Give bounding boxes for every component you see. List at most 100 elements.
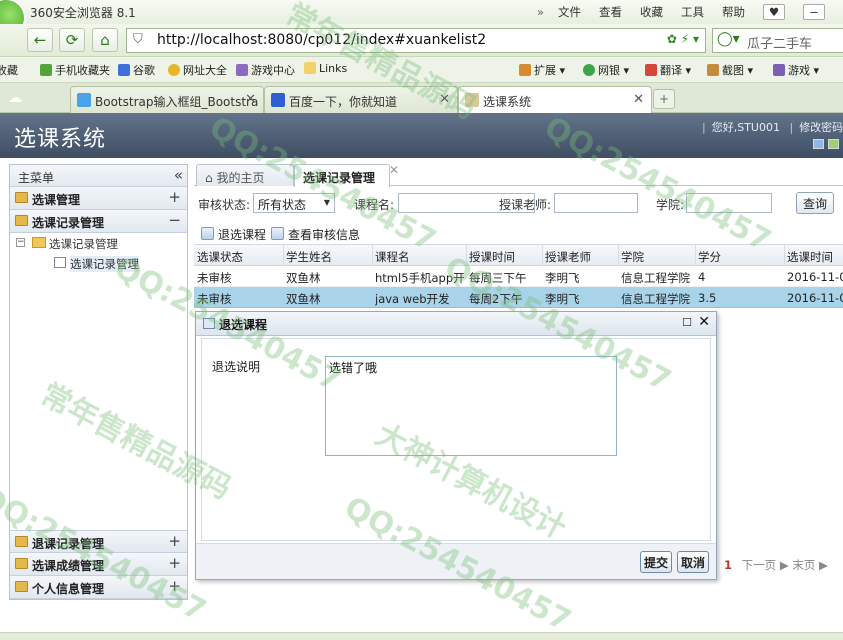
panel-label: 个人信息管理 bbox=[32, 582, 105, 596]
address-tools-icon[interactable]: ✿ ⚡ ▾ bbox=[667, 32, 699, 46]
cloud-icon[interactable]: ☁ bbox=[8, 90, 22, 106]
tree-folder-node[interactable]: − 选课记录管理 bbox=[10, 233, 187, 253]
back-arrow-icon[interactable]: ← bbox=[27, 28, 53, 52]
menu-view[interactable]: 查看 bbox=[599, 4, 622, 20]
change-password-link[interactable]: 修改密码 bbox=[799, 121, 843, 134]
status-select[interactable]: 所有状态 ▼ bbox=[253, 193, 335, 213]
close-icon[interactable]: ✕ bbox=[698, 314, 710, 330]
folder-icon bbox=[15, 192, 28, 203]
collapse-left-icon[interactable]: « bbox=[174, 166, 183, 184]
bookmark-item[interactable]: 手机收藏夹 bbox=[40, 62, 110, 78]
tree-collapse-icon[interactable]: − bbox=[16, 238, 25, 247]
column-header[interactable]: 授课时间 bbox=[469, 249, 515, 265]
cancel-button[interactable]: 取消 bbox=[677, 551, 710, 573]
column-header[interactable]: 选课状态 bbox=[197, 249, 243, 265]
college-input[interactable] bbox=[686, 193, 772, 213]
withdraw-reason-textarea[interactable]: 选错了哦 bbox=[325, 356, 617, 456]
query-button[interactable]: 查询 bbox=[796, 192, 835, 214]
sidebar-panel-grade-management[interactable]: 选课成绩管理 + bbox=[10, 553, 187, 576]
sidebar-panel-withdraw-record[interactable]: 退课记录管理 + bbox=[10, 530, 187, 553]
column-header[interactable]: 选课时间 bbox=[787, 249, 833, 265]
close-icon[interactable]: ✕ bbox=[439, 92, 450, 107]
browser-tab-active[interactable]: 选课系统 ✕ bbox=[458, 86, 652, 113]
table-row-selected[interactable]: 未审核 双鱼林 java web开发 每周2下午 李明飞 信息工程学院 3.5 … bbox=[194, 287, 843, 308]
tree-item-course-record[interactable]: 选课记录管理 bbox=[10, 253, 187, 273]
bookmark-item[interactable]: 游戏 ▾ bbox=[773, 62, 819, 78]
search-icon[interactable]: ◯▾ bbox=[717, 31, 740, 47]
status-select-value: 所有状态 bbox=[258, 198, 307, 212]
tab-home[interactable]: ⌂ 我的主页 bbox=[196, 164, 294, 186]
teacher-input[interactable] bbox=[554, 193, 638, 213]
sidebar-header: 主菜单 « bbox=[10, 165, 187, 187]
bookmark-item[interactable]: 翻译 ▾ bbox=[645, 62, 691, 78]
column-header[interactable]: 授课老师 bbox=[545, 249, 591, 265]
pager-last-icon[interactable]: ▶ bbox=[819, 558, 828, 572]
close-icon[interactable]: ✕ bbox=[389, 163, 399, 177]
minimize-icon[interactable]: − bbox=[803, 4, 825, 20]
browser-search-value[interactable]: 瓜子二手车 bbox=[747, 33, 812, 52]
column-header[interactable]: 课程名 bbox=[375, 249, 410, 265]
column-header[interactable]: 学分 bbox=[698, 249, 721, 265]
dialog-header[interactable]: 退选课程 ☐ ✕ bbox=[196, 312, 716, 336]
bookmark-item[interactable]: 网银 ▾ bbox=[583, 62, 629, 78]
cell-student: 双鱼林 bbox=[286, 271, 321, 285]
tab-course-record[interactable]: 选课记录管理 ✕ bbox=[294, 163, 399, 187]
withdraw-course-button[interactable]: 退选课程 bbox=[201, 226, 266, 243]
pager-current[interactable]: 1 bbox=[724, 558, 732, 572]
expand-icon[interactable]: + bbox=[168, 188, 181, 206]
chevron-more-icon[interactable]: » bbox=[537, 5, 544, 19]
bookmark-item[interactable]: 收藏 bbox=[0, 62, 18, 78]
panel-label: 选课成绩管理 bbox=[32, 559, 105, 573]
folder-icon bbox=[304, 62, 316, 74]
view-review-button[interactable]: 查看审核信息 bbox=[271, 226, 360, 243]
bookmark-item[interactable]: Links bbox=[304, 62, 347, 75]
sidebar-panel-course-record[interactable]: 选课记录管理 − bbox=[10, 210, 187, 233]
view-icon bbox=[271, 227, 284, 240]
folder-open-icon bbox=[32, 237, 46, 248]
submit-button[interactable]: 提交 bbox=[640, 551, 673, 573]
cell-credit: 4 bbox=[698, 270, 706, 284]
new-tab-icon[interactable]: + bbox=[653, 89, 675, 109]
column-header[interactable]: 学院 bbox=[621, 249, 644, 265]
pager-last[interactable]: 末页 bbox=[792, 558, 815, 572]
theme-green-icon[interactable] bbox=[828, 139, 839, 149]
expand-icon[interactable]: + bbox=[168, 532, 181, 550]
browser-titlebar: 360安全浏览器 8.1 » 文件 查看 收藏 工具 帮助 ♥ − bbox=[0, 0, 843, 38]
menu-help[interactable]: 帮助 bbox=[722, 4, 745, 20]
home-icon[interactable]: ⌂ bbox=[92, 28, 118, 52]
bookmark-item[interactable]: 扩展 ▾ bbox=[519, 62, 565, 78]
bookmark-item[interactable]: 谷歌 bbox=[118, 62, 155, 78]
maximize-icon[interactable]: ☐ bbox=[682, 316, 692, 329]
sidebar-panel-course-management[interactable]: 选课管理 + bbox=[10, 187, 187, 210]
sidebar-panel-profile[interactable]: 个人信息管理 + bbox=[10, 576, 187, 599]
main-tabs: ⌂ 我的主页 选课记录管理 ✕ bbox=[194, 163, 843, 187]
bookmark-item[interactable]: 网址大全 bbox=[168, 62, 227, 78]
browser-tab[interactable]: Bootstrap输入框组_Bootstra ✕ bbox=[70, 86, 264, 113]
refresh-icon[interactable]: ⟳ bbox=[59, 28, 85, 52]
tab-home-label: 我的主页 bbox=[216, 171, 265, 185]
expand-icon[interactable]: + bbox=[168, 577, 181, 595]
browser-search[interactable]: ◯▾ 瓜子二手车 bbox=[712, 28, 843, 53]
expand-icon[interactable]: + bbox=[168, 554, 181, 572]
bookmark-item[interactable]: 游戏中心 bbox=[236, 62, 295, 78]
collapse-icon[interactable]: − bbox=[168, 211, 181, 229]
column-header[interactable]: 学生姓名 bbox=[286, 249, 332, 265]
close-icon[interactable]: ✕ bbox=[245, 92, 256, 107]
dropdown-arrow-icon: ▼ bbox=[323, 198, 330, 207]
theme-blue-icon[interactable] bbox=[813, 139, 824, 149]
bookmark-item[interactable]: 截图 ▾ bbox=[707, 62, 753, 78]
shirt-skin-icon[interactable]: ♥ bbox=[763, 4, 785, 20]
address-bar[interactable]: ⛉ http://localhost:8080/cp012/index#xuan… bbox=[126, 28, 706, 53]
browser-tab[interactable]: 百度一下，你就知道 ✕ bbox=[264, 86, 458, 113]
address-url[interactable]: http://localhost:8080/cp012/index#xuanke… bbox=[157, 32, 486, 48]
close-icon[interactable]: ✕ bbox=[633, 92, 644, 107]
menu-favorites[interactable]: 收藏 bbox=[640, 4, 663, 20]
status-label: 审核状态: bbox=[198, 198, 251, 212]
pager-next-icon[interactable]: ▶ bbox=[780, 558, 789, 572]
table-row[interactable]: 未审核 双鱼林 html5手机app开发 每周三下午 李明飞 信息工程学院 4 … bbox=[194, 266, 843, 287]
pager-next[interactable]: 下一页 bbox=[742, 558, 777, 572]
page-favicon-icon bbox=[465, 93, 479, 107]
menu-file[interactable]: 文件 bbox=[558, 4, 581, 20]
cell-teacher: 李明飞 bbox=[545, 271, 580, 285]
menu-tools[interactable]: 工具 bbox=[681, 4, 704, 20]
